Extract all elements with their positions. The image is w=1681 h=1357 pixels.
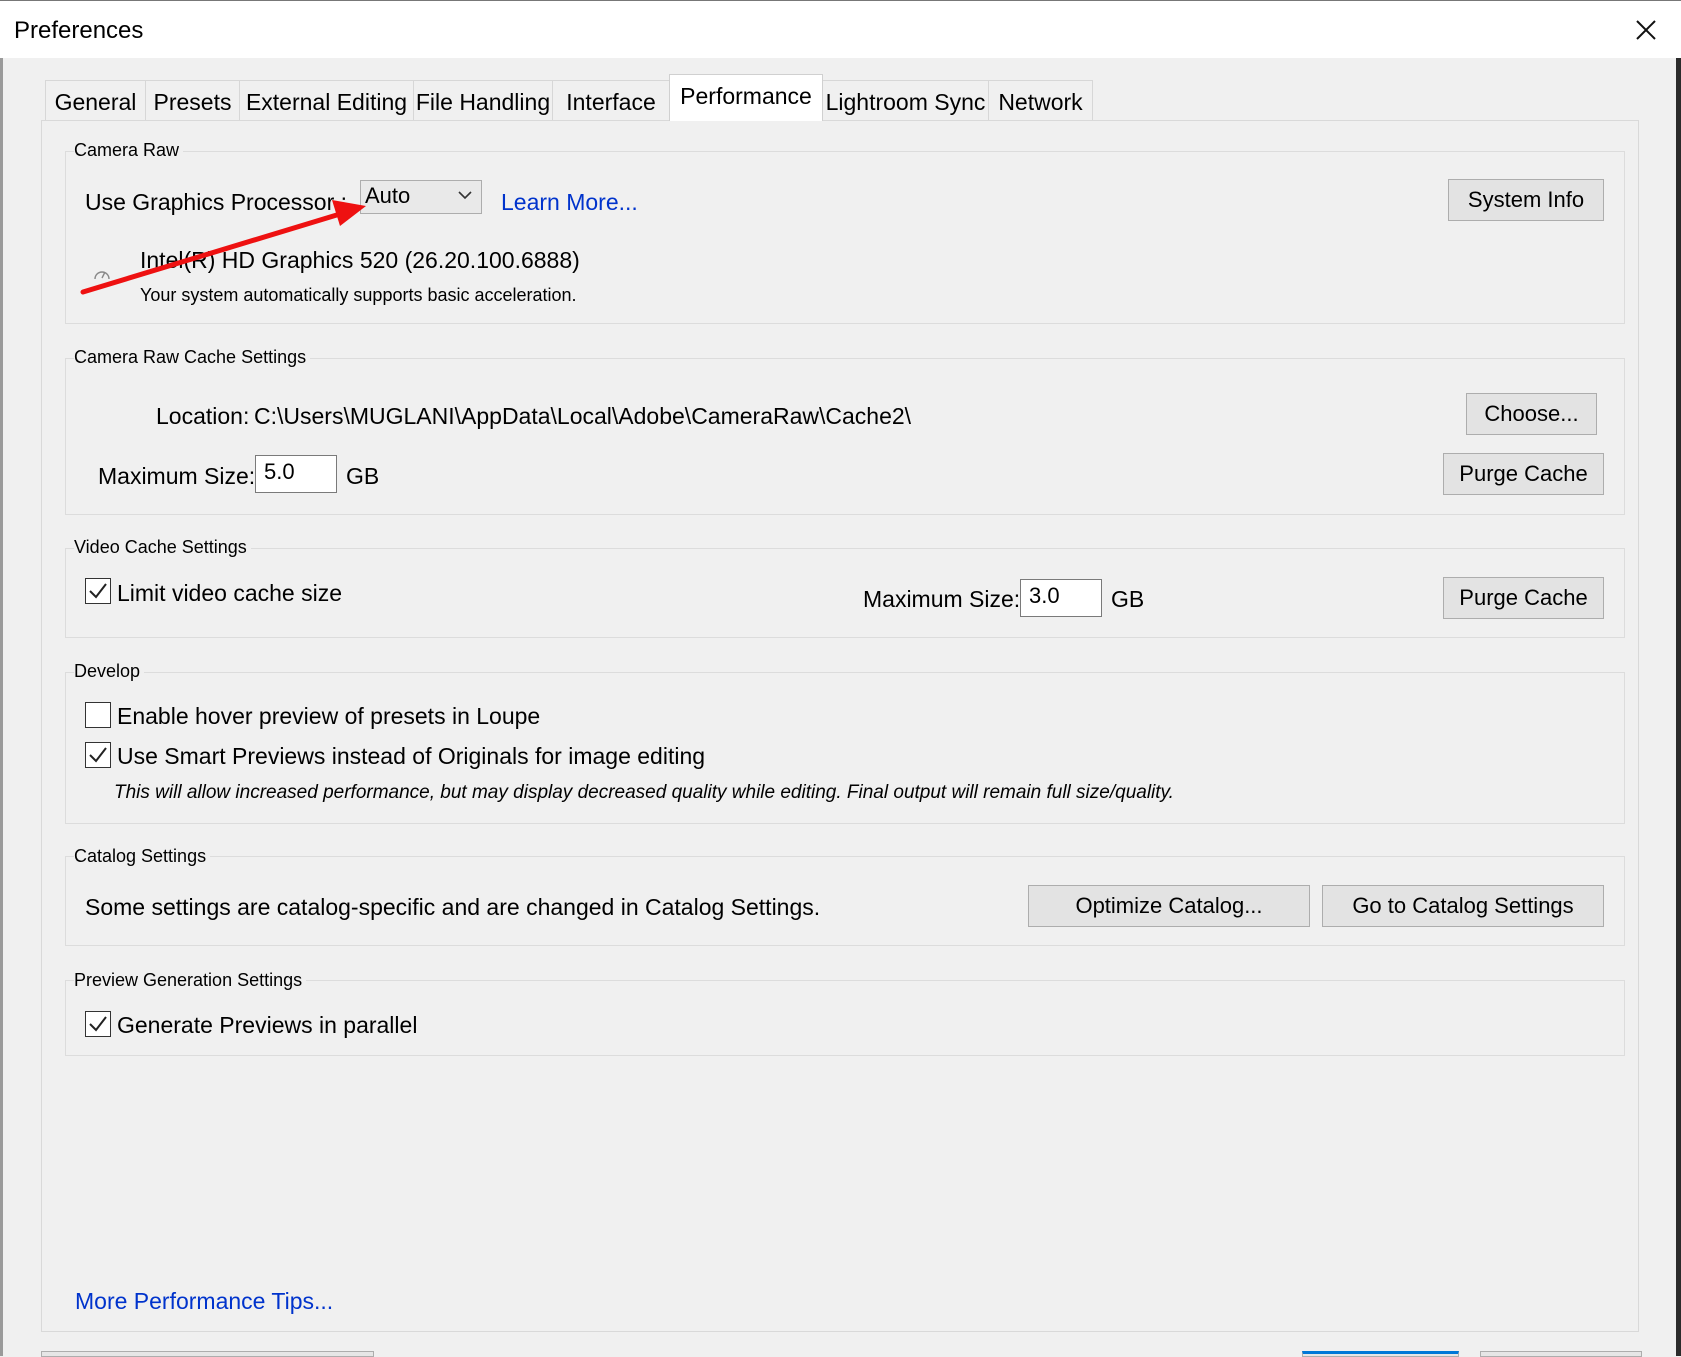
develop-legend: Develop — [74, 661, 145, 682]
tab-file-handling[interactable]: File Handling — [413, 80, 553, 120]
tab-network[interactable]: Network — [988, 80, 1093, 120]
generate-previews-parallel-checkbox[interactable] — [85, 1011, 111, 1037]
tab-external-editing[interactable]: External Editing — [239, 80, 414, 120]
tab-lightroom-sync[interactable]: Lightroom Sync — [822, 80, 989, 120]
tab-interface[interactable]: Interface — [552, 80, 670, 120]
video-max-size-input[interactable]: 3.0 — [1020, 579, 1102, 617]
gpu-select[interactable]: Auto — [360, 180, 482, 214]
cancel-button[interactable] — [1480, 1351, 1642, 1357]
generate-previews-parallel-label: Generate Previews in parallel — [117, 1012, 418, 1038]
title-bar: Preferences — [0, 0, 1681, 58]
checkmark-icon — [89, 747, 107, 763]
close-icon — [1636, 20, 1656, 40]
gpu-select-value: Auto — [365, 183, 411, 208]
optimize-catalog-button[interactable]: Optimize Catalog... — [1028, 885, 1310, 927]
video-unit: GB — [1111, 586, 1145, 612]
window-edge-left — [0, 58, 3, 1356]
gpu-label: Use Graphics Processor : — [85, 189, 348, 215]
preview-generation-legend: Preview Generation Settings — [74, 970, 307, 991]
speedometer-icon — [93, 266, 111, 287]
location-path: C:\Users\MUGLANI\AppData\Local\Adobe\Cam… — [254, 403, 912, 429]
chevron-down-icon — [458, 191, 472, 200]
camera-raw-cache-legend: Camera Raw Cache Settings — [74, 347, 311, 368]
cache-max-size-label: Maximum Size: — [98, 463, 256, 489]
close-button[interactable] — [1622, 11, 1670, 51]
cache-max-size-input[interactable]: 5.0 — [255, 455, 337, 493]
hover-preview-checkbox[interactable] — [85, 702, 111, 728]
gpu-status: Your system automatically supports basic… — [140, 285, 577, 305]
window-title: Preferences — [14, 17, 144, 44]
location-label: Location: — [156, 403, 250, 429]
cache-unit: GB — [346, 463, 380, 489]
hover-preview-label: Enable hover preview of presets in Loupe — [117, 703, 541, 729]
learn-more-link[interactable]: Learn More... — [501, 189, 638, 216]
window-edge-right — [1676, 58, 1681, 1356]
tab-presets[interactable]: Presets — [145, 80, 240, 120]
choose-button[interactable]: Choose... — [1466, 393, 1597, 435]
checkmark-icon — [89, 583, 107, 599]
smart-previews-checkbox[interactable] — [85, 742, 111, 768]
limit-video-cache-checkbox[interactable] — [85, 578, 111, 604]
gpu-name: Intel(R) HD Graphics 520 (26.20.100.6888… — [140, 247, 580, 273]
video-max-size-label: Maximum Size: — [863, 586, 1021, 612]
bottom-left-button[interactable] — [41, 1351, 374, 1357]
catalog-info-text: Some settings are catalog-specific and a… — [85, 894, 821, 920]
more-performance-tips-link[interactable]: More Performance Tips... — [75, 1288, 333, 1315]
smart-previews-note: This will allow increased performance, b… — [114, 782, 1174, 803]
go-to-catalog-settings-button[interactable]: Go to Catalog Settings — [1322, 885, 1604, 927]
video-cache-legend: Video Cache Settings — [74, 537, 251, 558]
tab-performance[interactable]: Performance — [669, 74, 823, 121]
limit-video-cache-label: Limit video cache size — [117, 580, 342, 606]
system-info-button[interactable]: System Info — [1448, 179, 1604, 221]
checkmark-icon — [89, 1016, 107, 1032]
camera-raw-legend: Camera Raw — [74, 140, 184, 161]
catalog-settings-legend: Catalog Settings — [74, 846, 211, 867]
smart-previews-label: Use Smart Previews instead of Originals … — [117, 743, 706, 769]
video-purge-cache-button[interactable]: Purge Cache — [1443, 577, 1604, 619]
tab-general[interactable]: General — [45, 80, 146, 120]
ok-button[interactable] — [1302, 1351, 1459, 1357]
purge-cache-button[interactable]: Purge Cache — [1443, 453, 1604, 495]
